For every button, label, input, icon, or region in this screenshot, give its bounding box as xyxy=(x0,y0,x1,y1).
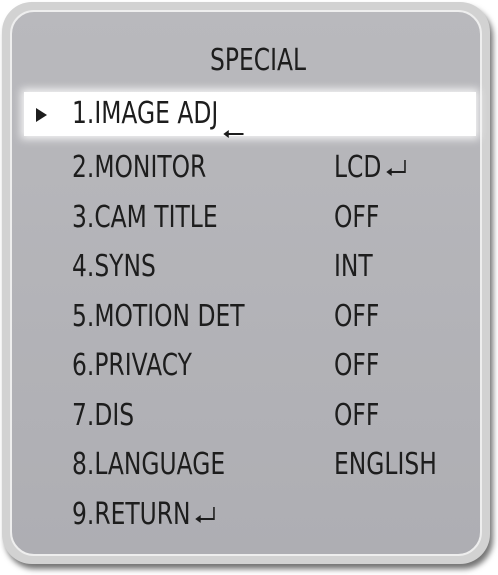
menu-item-privacy[interactable]: 6.PRIVACY OFF xyxy=(12,343,482,389)
menu-item-label: 1.IMAGE ADJ xyxy=(72,96,219,131)
menu-item-monitor[interactable]: 2.MONITOR LCD xyxy=(12,145,482,191)
selection-cursor-icon xyxy=(36,108,47,122)
menu-item-label: 7.DIS xyxy=(72,398,135,433)
menu-item-label: 9.RETURN xyxy=(72,497,191,532)
menu-item-cam-title[interactable]: 3.CAM TITLE OFF xyxy=(12,195,482,241)
osd-menu-panel: SPECIAL 1.IMAGE ADJ 2.MONITOR LCD 3.CAM … xyxy=(10,10,482,556)
menu-item-return[interactable]: 9.RETURN xyxy=(12,492,482,538)
menu-item-value: OFF xyxy=(334,299,380,334)
osd-menu-frame: SPECIAL 1.IMAGE ADJ 2.MONITOR LCD 3.CAM … xyxy=(2,2,490,564)
menu-item-label: 3.CAM TITLE xyxy=(72,200,218,235)
menu-item-label: 2.MONITOR xyxy=(72,150,207,185)
menu-item-motion-det[interactable]: 5.MOTION DET OFF xyxy=(12,294,482,340)
menu-item-label: 5.MOTION DET xyxy=(72,299,245,334)
menu-item-value: OFF xyxy=(334,348,380,383)
menu-item-label: 8.LANGUAGE xyxy=(72,447,226,482)
enter-icon xyxy=(195,506,215,525)
menu-item-value: LCD xyxy=(334,150,382,185)
menu-item-language[interactable]: 8.LANGUAGE ENGLISH xyxy=(12,442,482,488)
menu-item-image-adj[interactable]: 1.IMAGE ADJ xyxy=(24,92,476,138)
menu-title: SPECIAL xyxy=(210,43,307,78)
menu-item-syns[interactable]: 4.SYNS INT xyxy=(12,244,482,290)
enter-icon xyxy=(386,159,406,178)
menu-item-label: 6.PRIVACY xyxy=(72,348,192,383)
menu-item-value: ENGLISH xyxy=(334,447,437,482)
menu-item-label: 4.SYNS xyxy=(72,249,156,284)
menu-item-dis[interactable]: 7.DIS OFF xyxy=(12,393,482,439)
menu-item-value: INT xyxy=(334,249,373,284)
menu-item-value: OFF xyxy=(334,398,380,433)
left-arrow-icon xyxy=(222,110,244,138)
menu-item-value: OFF xyxy=(334,200,380,235)
